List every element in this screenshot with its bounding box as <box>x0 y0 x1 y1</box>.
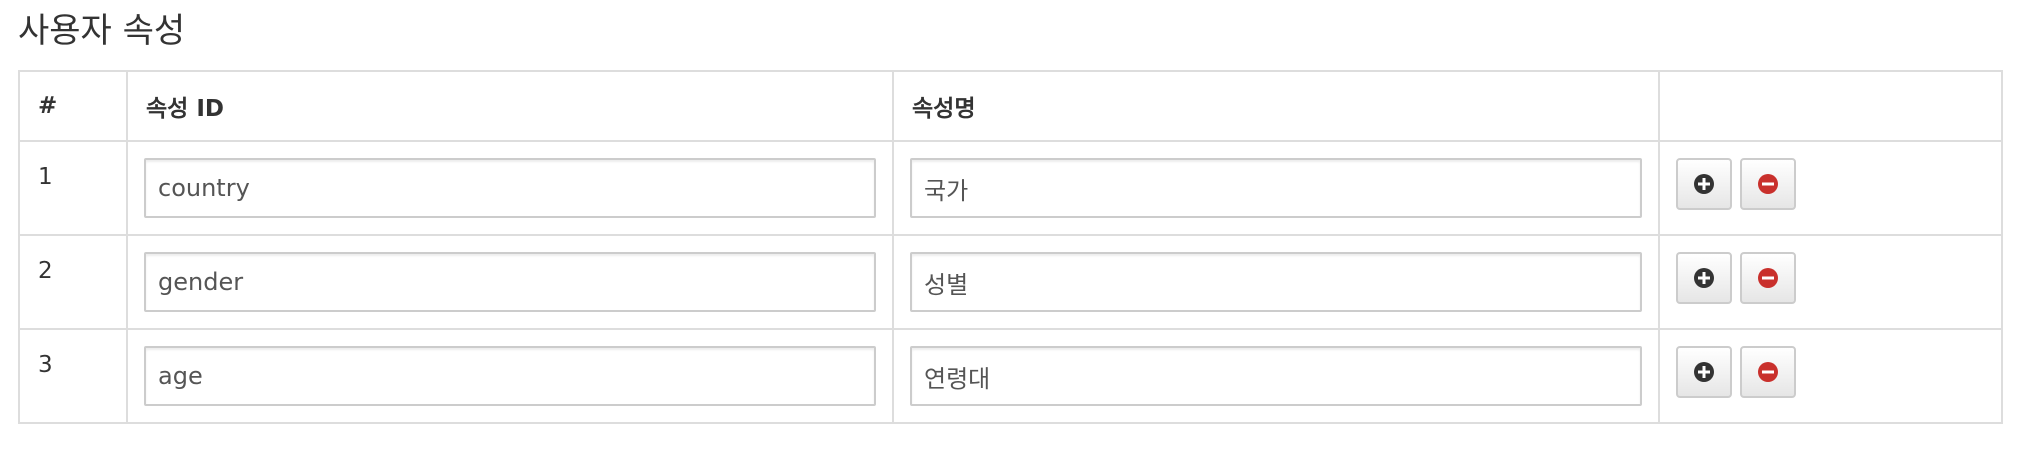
remove-row-button[interactable] <box>1740 158 1796 210</box>
row-num-cell: 1 <box>18 140 128 236</box>
attr-name-input[interactable] <box>910 346 1642 406</box>
plus-circle-icon <box>1694 268 1714 288</box>
attr-name-input[interactable] <box>910 252 1642 312</box>
user-attributes-table: # 속성 ID 속성명 1 country 국가 2 gender 성별 3 a… <box>18 70 2003 424</box>
attr-id-cell <box>126 234 894 330</box>
header-actions <box>1658 70 2003 142</box>
row-number: 1 <box>38 164 53 190</box>
row-number: 3 <box>38 352 53 378</box>
actions-cell <box>1658 140 2003 236</box>
attr-name-cell <box>892 140 1660 236</box>
attr-id-input[interactable] <box>144 252 876 312</box>
attr-id-input[interactable] <box>144 346 876 406</box>
minus-circle-icon <box>1758 174 1778 194</box>
attr-id-cell <box>126 328 894 424</box>
table-row: 2 <box>18 234 2003 330</box>
add-row-button[interactable] <box>1676 346 1732 398</box>
add-row-button[interactable] <box>1676 252 1732 304</box>
row-num-cell: 3 <box>18 328 128 424</box>
attr-id-cell <box>126 140 894 236</box>
attr-name-cell <box>892 234 1660 330</box>
attr-name-input[interactable] <box>910 158 1642 218</box>
attr-id-input[interactable] <box>144 158 876 218</box>
minus-circle-icon <box>1758 268 1778 288</box>
header-attr-name: 속성명 <box>892 70 1660 142</box>
actions-cell <box>1658 234 2003 330</box>
plus-circle-icon <box>1694 362 1714 382</box>
add-row-button[interactable] <box>1676 158 1732 210</box>
page-title: 사용자 속성 <box>18 11 186 51</box>
remove-row-button[interactable] <box>1740 252 1796 304</box>
header-attr-id: 속성 ID <box>126 70 894 142</box>
attr-name-cell <box>892 328 1660 424</box>
remove-row-button[interactable] <box>1740 346 1796 398</box>
table-header-row: # 속성 ID 속성명 <box>18 70 2003 142</box>
plus-circle-icon <box>1694 174 1714 194</box>
actions-cell <box>1658 328 2003 424</box>
table-row: 1 <box>18 140 2003 236</box>
row-num-cell: 2 <box>18 234 128 330</box>
table-row: 3 <box>18 328 2003 424</box>
row-number: 2 <box>38 258 53 284</box>
minus-circle-icon <box>1758 362 1778 382</box>
header-num: # <box>18 70 128 142</box>
